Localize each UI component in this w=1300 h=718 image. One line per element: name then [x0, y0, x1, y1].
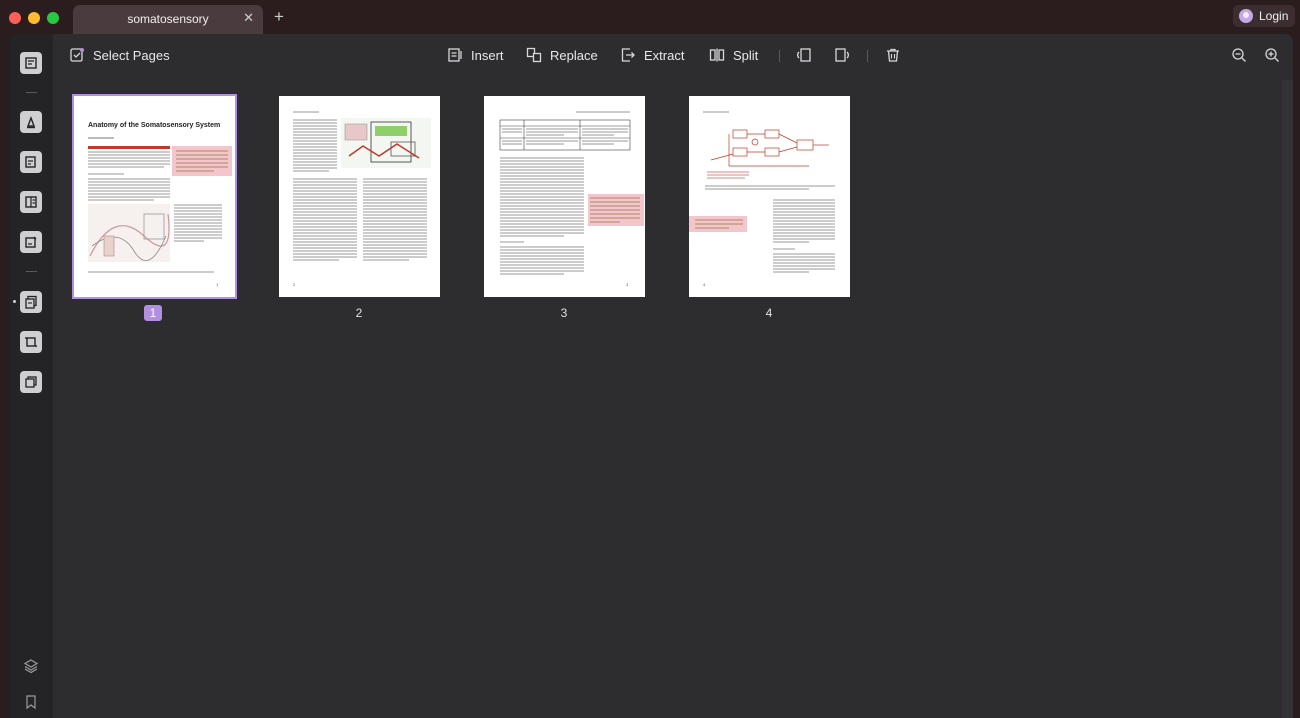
- svg-text:1: 1: [216, 282, 219, 287]
- page-number-2[interactable]: 2: [350, 305, 368, 321]
- page-toolbar: Select Pages Insert Replace Extract Spli…: [53, 34, 1293, 80]
- highlight-tool-icon[interactable]: [20, 111, 42, 133]
- select-pages-icon: [70, 48, 84, 62]
- page-number-1[interactable]: 1: [144, 305, 162, 321]
- login-button[interactable]: Login: [1233, 5, 1295, 27]
- replace-icon: [526, 47, 542, 63]
- page-1-heading: Anatomy of the Somatosensory System: [88, 122, 220, 129]
- title-bar: somatosensory ✕ + Login: [0, 0, 1300, 36]
- organize-pages-icon[interactable]: [20, 291, 42, 313]
- insert-button[interactable]: Insert: [447, 47, 504, 63]
- page-thumbnail-3[interactable]: 3: [484, 96, 645, 297]
- page-number-4[interactable]: 4: [760, 305, 778, 321]
- page-4-preview: 4: [689, 111, 835, 287]
- select-pages-button[interactable]: Select Pages: [69, 47, 170, 63]
- document-tab[interactable]: somatosensory ✕: [73, 5, 263, 34]
- vertical-scrollbar[interactable]: [1282, 80, 1293, 718]
- edit-pdf-icon[interactable]: [20, 151, 42, 173]
- form-icon[interactable]: [20, 191, 42, 213]
- split-label: Split: [733, 47, 759, 63]
- toolbar-divider: [779, 50, 780, 62]
- insert-label: Insert: [471, 47, 504, 63]
- crop-icon[interactable]: [20, 331, 42, 353]
- page-thumbnail-2[interactable]: 2: [279, 96, 440, 297]
- bookmark-icon[interactable]: [23, 694, 39, 710]
- zoom-in-icon[interactable]: [1264, 47, 1280, 63]
- active-indicator: [13, 300, 16, 303]
- sidebar-divider: [26, 92, 37, 93]
- layers-icon[interactable]: [23, 658, 39, 674]
- page-2-preview: 2: [293, 111, 431, 287]
- batch-tools-icon[interactable]: [20, 371, 42, 393]
- page-thumbnail-4[interactable]: 4: [689, 96, 850, 297]
- left-sidebar: [10, 34, 53, 718]
- page-1-preview: Anatomy of the Somatosensory System 1: [88, 122, 232, 287]
- reader-mode-icon[interactable]: [20, 52, 42, 74]
- page-thumbnail-1[interactable]: Anatomy of the Somatosensory System 1: [72, 94, 237, 299]
- new-tab-button[interactable]: +: [274, 7, 284, 27]
- extract-button[interactable]: Extract: [620, 47, 684, 63]
- toolbar-divider: [867, 50, 868, 62]
- extract-icon: [621, 48, 635, 62]
- login-label: Login: [1259, 9, 1289, 23]
- select-pages-label: Select Pages: [93, 47, 170, 63]
- svg-text:4: 4: [703, 282, 706, 287]
- sign-icon[interactable]: [20, 231, 42, 253]
- replace-label: Replace: [550, 47, 598, 63]
- page-number-3[interactable]: 3: [555, 305, 573, 321]
- replace-button[interactable]: Replace: [526, 47, 598, 63]
- insert-icon: [448, 48, 462, 62]
- sidebar-divider: [26, 271, 37, 272]
- minimize-window-button[interactable]: [28, 12, 40, 24]
- rotate-left-icon[interactable]: [796, 47, 812, 63]
- page-3-preview: 3: [499, 111, 644, 287]
- app-window: Select Pages Insert Replace Extract Spli…: [10, 34, 1293, 718]
- rotate-right-icon[interactable]: [834, 47, 850, 63]
- zoom-out-icon[interactable]: [1231, 47, 1247, 63]
- svg-text:3: 3: [626, 282, 629, 287]
- split-button[interactable]: Split: [709, 47, 758, 63]
- page-grid: Anatomy of the Somatosensory System 1 1 …: [53, 80, 1293, 718]
- close-icon[interactable]: ✕: [243, 10, 254, 26]
- svg-text:2: 2: [293, 282, 296, 287]
- tab-title: somatosensory: [127, 12, 209, 26]
- close-window-button[interactable]: [9, 12, 21, 24]
- extract-label: Extract: [644, 47, 685, 63]
- split-icon: [709, 48, 725, 62]
- trash-icon[interactable]: [885, 47, 901, 63]
- user-avatar-icon: [1239, 9, 1253, 23]
- maximize-window-button[interactable]: [47, 12, 59, 24]
